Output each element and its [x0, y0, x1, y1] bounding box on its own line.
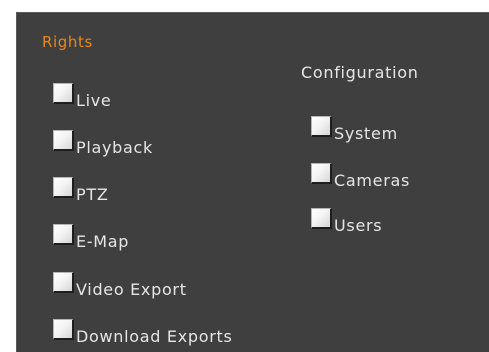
label-e-map: E-Map [76, 232, 130, 251]
label-system: System [334, 124, 398, 143]
label-live: Live [76, 91, 112, 110]
configuration-heading: Configuration [301, 63, 419, 82]
rights-heading: Rights [42, 33, 93, 51]
checkbox-cameras[interactable] [311, 163, 332, 184]
checkbox-e-map[interactable] [53, 224, 74, 245]
checkbox-ptz[interactable] [53, 177, 74, 198]
checkbox-video-export[interactable] [53, 272, 74, 293]
rights-panel: Rights Live Playback PTZ E-Map Video Exp… [16, 12, 489, 352]
label-users: Users [334, 216, 383, 235]
label-video-export: Video Export [76, 280, 187, 299]
checkbox-live[interactable] [53, 83, 74, 104]
label-ptz: PTZ [76, 185, 109, 204]
label-cameras: Cameras [334, 171, 411, 190]
checkbox-download-exports[interactable] [53, 319, 74, 340]
checkbox-playback[interactable] [53, 130, 74, 151]
checkbox-users[interactable] [311, 208, 332, 229]
label-download-exports: Download Exports [76, 327, 233, 346]
checkbox-system[interactable] [311, 116, 332, 137]
label-playback: Playback [76, 138, 153, 157]
